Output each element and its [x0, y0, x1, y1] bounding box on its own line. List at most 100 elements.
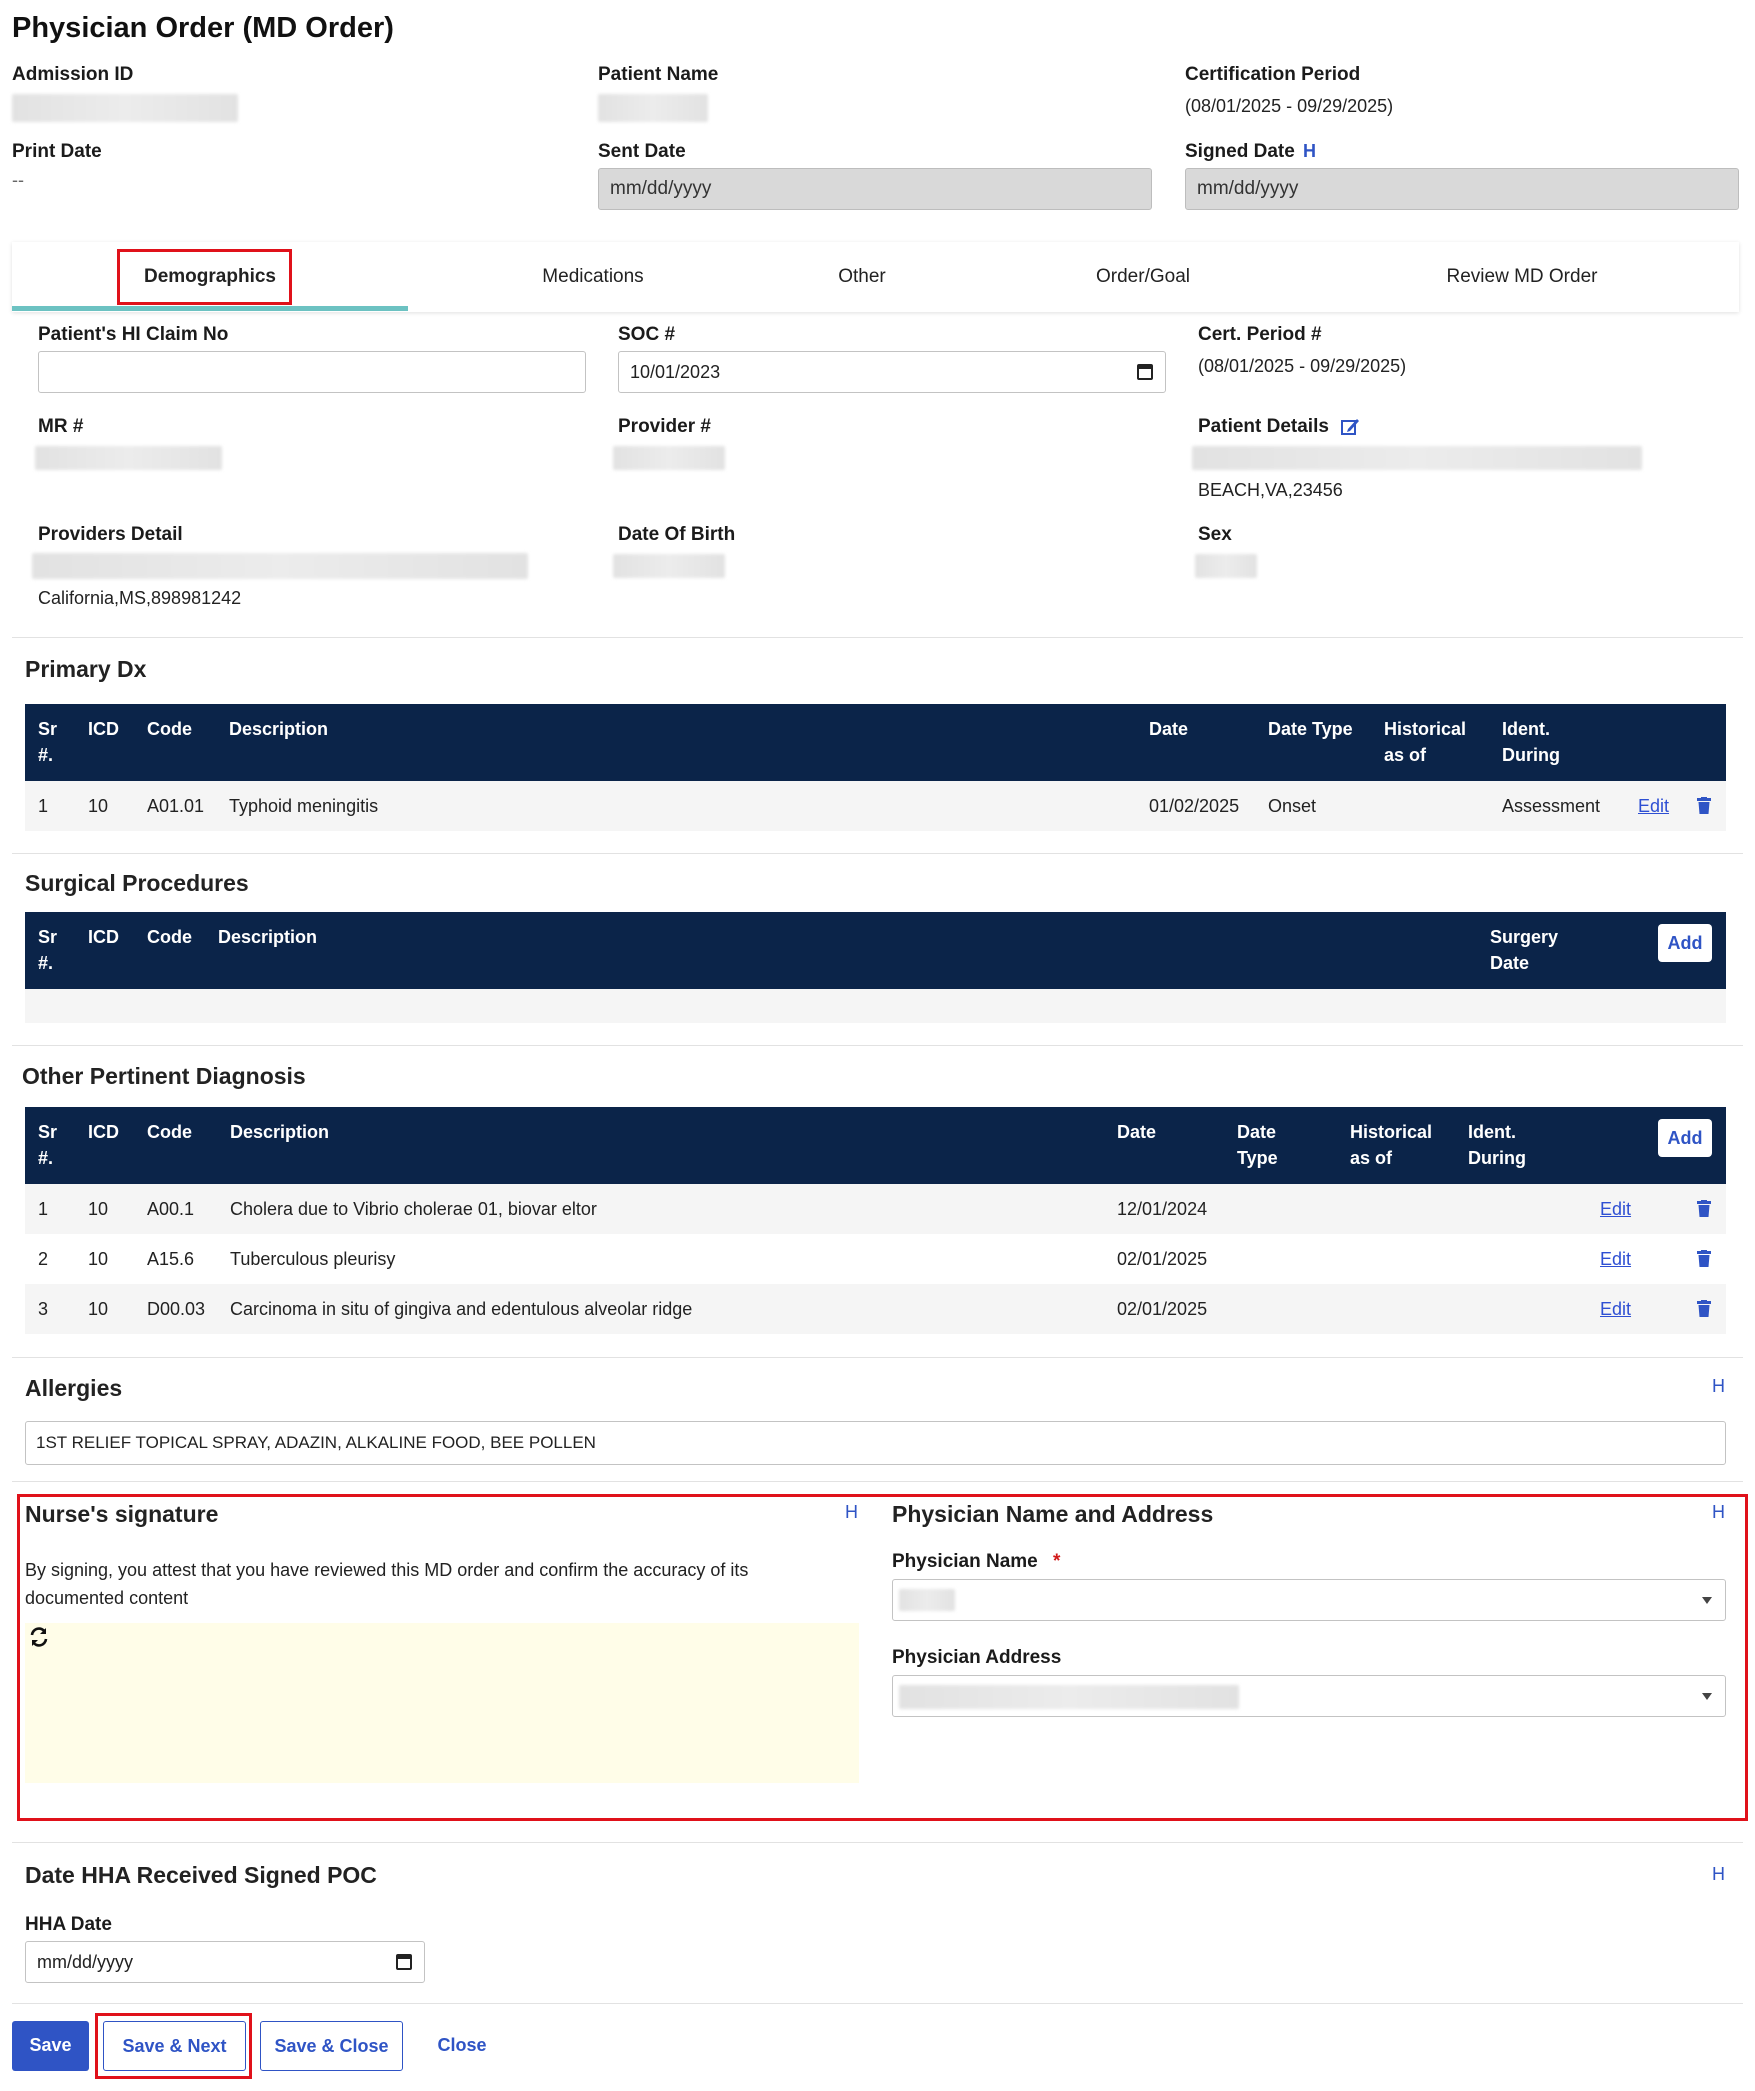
mr-value: [35, 446, 222, 470]
tab-other[interactable]: Other: [712, 242, 1012, 312]
cell-date: 02/01/2025: [1117, 1249, 1208, 1269]
col-date-type: Date Type: [1268, 719, 1353, 739]
cell-icd: 10: [88, 796, 109, 816]
physician-address-select[interactable]: [892, 1675, 1726, 1717]
edit-link[interactable]: Edit: [1638, 781, 1669, 831]
nurse-signature-history-link[interactable]: H: [845, 1502, 858, 1523]
col-code: Code: [147, 719, 192, 739]
certification-period-value: (08/01/2025 - 09/29/2025): [1185, 96, 1394, 116]
divider: [12, 1481, 1743, 1482]
edit-link[interactable]: Edit: [1600, 1234, 1631, 1284]
sent-date-input[interactable]: mm/dd/yyyy: [598, 168, 1152, 210]
calendar-icon[interactable]: [396, 1954, 412, 1970]
signed-date-input[interactable]: mm/dd/yyyy: [1185, 168, 1739, 210]
hha-date-input[interactable]: mm/dd/yyyy: [25, 1941, 425, 1983]
table-row: 1 10 A00.1 Cholera due to Vibrio cholera…: [25, 1184, 1726, 1234]
allergies-history-link[interactable]: H: [1712, 1376, 1725, 1397]
edit-link[interactable]: Edit: [1600, 1284, 1631, 1334]
col-description: Description: [229, 719, 329, 739]
chevron-down-icon: [1702, 1597, 1712, 1604]
providers-detail-address: California,MS,898981242: [38, 588, 242, 608]
active-tab-indicator: [12, 306, 408, 311]
trash-icon[interactable]: [1697, 1200, 1711, 1217]
hha-history-link[interactable]: H: [1712, 1864, 1725, 1885]
col-surgery-date: Surgery Date: [1490, 927, 1559, 973]
divider: [12, 637, 1743, 638]
mr-label: MR #: [38, 416, 84, 437]
col-historical: Historical as of: [1350, 1122, 1433, 1168]
calendar-icon[interactable]: [1137, 364, 1153, 380]
physician-address-label: Physician Address: [892, 1647, 1062, 1668]
cell-icd: 10: [88, 1249, 109, 1269]
col-date: Date: [1149, 719, 1189, 739]
save-close-button[interactable]: Save & Close: [260, 2021, 403, 2071]
cell-date: 01/02/2025: [1149, 796, 1240, 816]
trash-icon[interactable]: [1697, 1250, 1711, 1267]
tab-order-goal[interactable]: Order/Goal: [1012, 242, 1274, 312]
cell-sr: 3: [38, 1299, 49, 1319]
allergies-title: Allergies: [25, 1375, 123, 1401]
hha-date-placeholder: mm/dd/yyyy: [37, 1952, 134, 1972]
col-ident-during: Ident. During: [1502, 719, 1560, 765]
edit-link[interactable]: Edit: [1600, 1184, 1631, 1234]
physician-name-label-text: Physician Name: [892, 1551, 1038, 1572]
refresh-icon[interactable]: [28, 1626, 50, 1648]
col-historical: Historical as of: [1384, 719, 1467, 765]
col-icd: ICD: [88, 1122, 119, 1142]
save-button[interactable]: Save: [12, 2021, 89, 2071]
divider: [12, 1045, 1743, 1046]
trash-icon[interactable]: [1697, 797, 1711, 814]
signature-pad[interactable]: [25, 1623, 859, 1783]
page-title: Physician Order (MD Order): [12, 12, 394, 44]
required-mark: *: [1053, 1551, 1061, 1572]
tab-review-md-order[interactable]: Review MD Order: [1312, 242, 1732, 312]
physician-name-value: [899, 1589, 955, 1611]
cell-icd: 10: [88, 1299, 109, 1319]
physician-name-select[interactable]: [892, 1579, 1726, 1621]
physician-address-value: [899, 1685, 1239, 1709]
add-surgical-procedure-button[interactable]: Add: [1658, 924, 1712, 962]
signed-date-history-link[interactable]: H: [1303, 141, 1316, 162]
divider: [12, 2003, 1743, 2004]
providers-detail-label: Providers Detail: [38, 524, 183, 545]
col-description: Description: [218, 927, 318, 947]
cell-description: Cholera due to Vibrio cholerae 01, biova…: [230, 1199, 597, 1219]
nurse-signature-title: Nurse's signature: [25, 1501, 219, 1527]
surgical-procedures-title: Surgical Procedures: [25, 870, 249, 896]
table-row: 1 10 A01.01 Typhoid meningitis 01/02/202…: [25, 781, 1726, 831]
patient-details-value: [1192, 446, 1642, 470]
primary-dx-table-header: Sr #. ICD Code Description Date Date Typ…: [25, 704, 1726, 781]
hha-date-label: HHA Date: [25, 1914, 112, 1935]
col-ident-during: Ident. During: [1468, 1122, 1526, 1168]
other-dx-title: Other Pertinent Diagnosis: [22, 1063, 306, 1089]
physician-history-link[interactable]: H: [1712, 1502, 1725, 1523]
edit-icon[interactable]: [1340, 416, 1361, 437]
sex-label: Sex: [1198, 524, 1232, 545]
patient-details-label: Patient Details: [1198, 416, 1329, 437]
col-code: Code: [147, 1122, 192, 1142]
cell-ident-during: Assessment: [1502, 796, 1601, 816]
close-button[interactable]: Close: [422, 2021, 502, 2071]
cell-sr: 1: [38, 1199, 49, 1219]
cell-description: Tuberculous pleurisy: [230, 1249, 396, 1269]
add-other-dx-button[interactable]: Add: [1658, 1119, 1712, 1157]
cert-period-label: Cert. Period #: [1198, 324, 1322, 345]
cell-date-type: Onset: [1268, 796, 1317, 816]
trash-icon[interactable]: [1697, 1300, 1711, 1317]
dob-value: [613, 554, 725, 578]
physician-name-label: Physician Name *: [892, 1551, 1060, 1573]
col-sr: Sr #.: [38, 719, 58, 765]
admission-id-label: Admission ID: [12, 64, 134, 85]
provider-value: [613, 446, 725, 470]
hi-claim-input[interactable]: [38, 351, 586, 393]
allergies-field[interactable]: 1ST RELIEF TOPICAL SPRAY, ADAZIN, ALKALI…: [25, 1421, 1726, 1465]
cell-date: 12/01/2024: [1117, 1199, 1208, 1219]
attestation-text: By signing, you attest that you have rev…: [25, 1560, 749, 1608]
col-sr: Sr #.: [38, 927, 58, 973]
hha-section-title: Date HHA Received Signed POC: [25, 1862, 377, 1888]
patient-name-label: Patient Name: [598, 64, 719, 85]
soc-date-input[interactable]: 10/01/2023: [618, 351, 1166, 393]
cell-sr: 2: [38, 1249, 49, 1269]
soc-date-value: 10/01/2023: [630, 362, 721, 382]
cell-code: A15.6: [147, 1249, 195, 1269]
